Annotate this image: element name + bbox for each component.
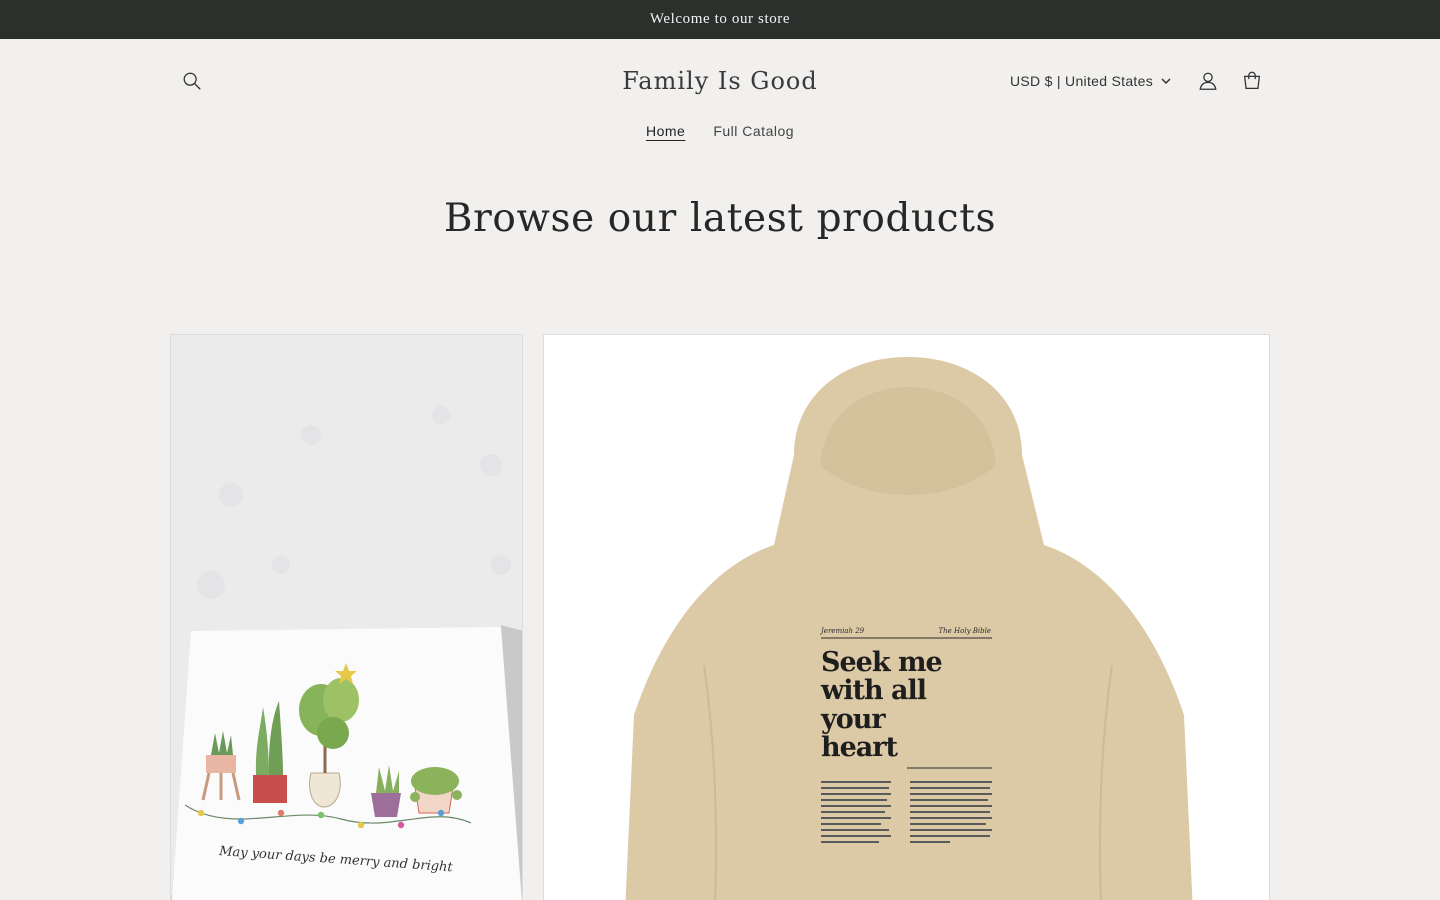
search-icon [183, 72, 201, 90]
print-headline-line-1: Seek me [821, 647, 942, 678]
print-headline-line-3: your [820, 704, 886, 735]
main-nav: Home Full Catalog [0, 119, 1440, 149]
product-card[interactable]: Jeremiah 29 The Holy Bible Seek me with … [543, 334, 1270, 900]
product-image: May your days be merry and bright [171, 406, 522, 900]
section-title: Browse our latest products [443, 196, 997, 241]
currency-label: USD $ | United States [1010, 73, 1153, 89]
chevron-down-icon [1161, 78, 1171, 85]
announcement-bar: Welcome to our store [0, 0, 1440, 39]
nav-item-home[interactable]: Home [644, 119, 687, 149]
store-logo[interactable]: Family Is Good [520, 59, 920, 103]
print-reference: Jeremiah 29 [819, 627, 865, 635]
nav-item-full-catalog[interactable]: Full Catalog [711, 119, 796, 149]
cart-button[interactable] [1230, 59, 1274, 103]
site-header: Family Is Good USD $ | United States Hom… [0, 39, 1440, 160]
product-image: Jeremiah 29 The Holy Bible Seek me with … [625, 357, 1193, 900]
search-button[interactable] [170, 59, 214, 103]
print-headline-line-4: heart [821, 732, 899, 763]
product-card[interactable]: May your days be merry and bright [170, 334, 523, 900]
account-icon [1199, 72, 1217, 90]
cart-icon [1243, 71, 1261, 89]
currency-selector[interactable]: USD $ | United States [1010, 63, 1171, 99]
account-button[interactable] [1186, 59, 1230, 103]
print-source: The Holy Bible [938, 627, 991, 635]
print-headline-line-2: with all [820, 675, 927, 706]
announcement-text: Welcome to our store [649, 11, 791, 27]
